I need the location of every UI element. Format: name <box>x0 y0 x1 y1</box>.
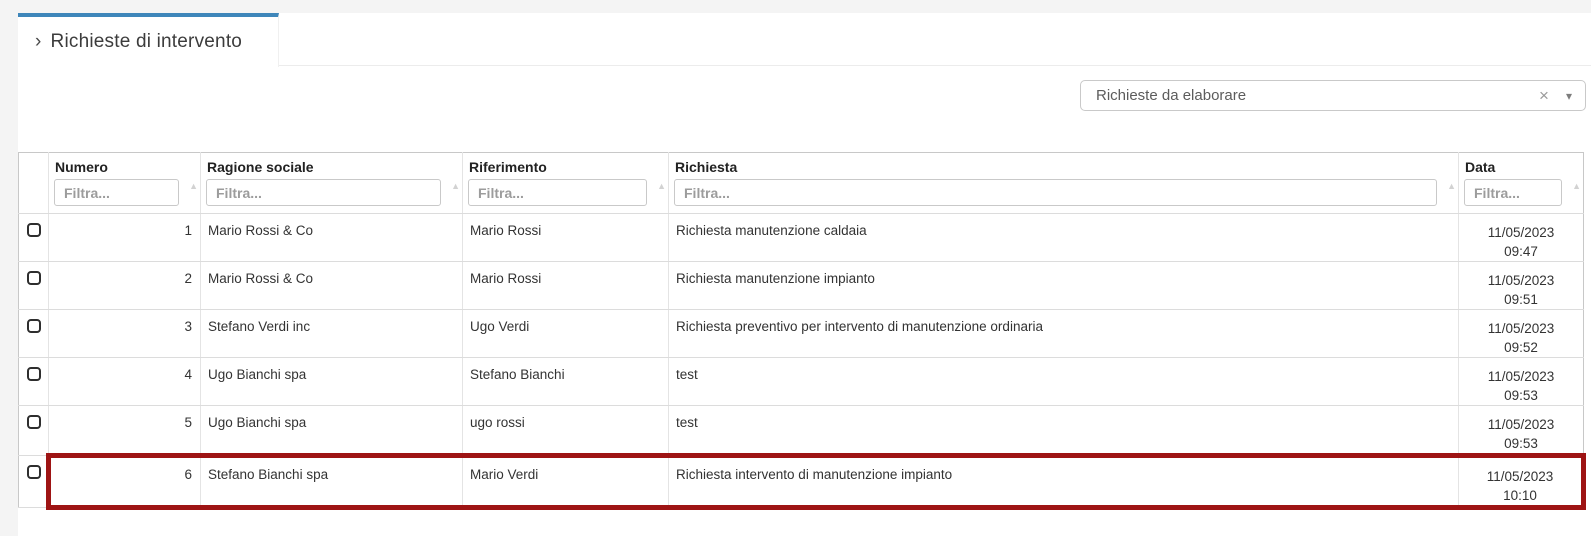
header-ragione-sociale: Ragione sociale ▲ <box>201 153 463 214</box>
sort-arrow-icon[interactable]: ▲ <box>189 182 198 191</box>
cell-numero: 2 <box>49 262 201 310</box>
cell-checkbox <box>19 456 49 508</box>
column-label-numero: Numero <box>49 153 200 175</box>
sort-arrow-icon[interactable]: ▲ <box>1572 182 1581 191</box>
header-riferimento: Riferimento ▲ <box>463 153 669 214</box>
column-label-data: Data <box>1459 153 1583 175</box>
filter-input-data[interactable] <box>1464 179 1562 206</box>
cell-checkbox <box>19 358 49 406</box>
sort-arrow-icon[interactable]: ▲ <box>451 182 460 191</box>
cell-richiesta: Richiesta intervento di manutenzione imp… <box>669 456 1459 508</box>
cell-data-date: 11/05/2023 <box>1459 319 1583 338</box>
cell-checkbox <box>19 406 49 456</box>
cell-data-time: 09:53 <box>1459 434 1583 453</box>
column-label-richiesta: Richiesta <box>669 153 1458 175</box>
cell-data-date: 11/05/2023 <box>1459 367 1583 386</box>
app-panel: › Richieste di intervento Richieste da e… <box>18 13 1591 536</box>
cell-data: 11/05/2023 09:53 <box>1459 406 1584 456</box>
cell-ragione-sociale: Stefano Verdi inc <box>201 310 463 358</box>
table-row[interactable]: 1 Mario Rossi & Co Mario Rossi Richiesta… <box>19 214 1584 262</box>
row-checkbox[interactable] <box>27 271 41 285</box>
cell-richiesta: test <box>669 358 1459 406</box>
row-checkbox[interactable] <box>27 319 41 333</box>
cell-numero: 5 <box>49 406 201 456</box>
table-row[interactable]: 2 Mario Rossi & Co Mario Rossi Richiesta… <box>19 262 1584 310</box>
cell-data: 11/05/2023 10:10 <box>1459 456 1584 508</box>
requests-table: Numero ▲ Ragione sociale ▲ Riferimento ▲… <box>18 152 1586 510</box>
cell-data-date: 11/05/2023 <box>1459 223 1583 242</box>
row-checkbox[interactable] <box>27 223 41 237</box>
cell-data: 11/05/2023 09:53 <box>1459 358 1584 406</box>
table-row[interactable]: 6 Stefano Bianchi spa Mario Verdi Richie… <box>19 456 1584 508</box>
cell-numero: 3 <box>49 310 201 358</box>
column-label-ragione-sociale: Ragione sociale <box>201 153 462 175</box>
column-label-riferimento: Riferimento <box>463 153 668 175</box>
filter-input-richiesta[interactable] <box>674 179 1437 206</box>
cell-richiesta: Richiesta preventivo per intervento di m… <box>669 310 1459 358</box>
chevron-right-icon: › <box>35 31 42 53</box>
filter-input-numero[interactable] <box>54 179 179 206</box>
cell-ragione-sociale: Mario Rossi & Co <box>201 262 463 310</box>
row-checkbox[interactable] <box>27 367 41 381</box>
cell-riferimento: Ugo Verdi <box>463 310 669 358</box>
chevron-down-icon[interactable]: ▾ <box>1558 89 1585 103</box>
cell-riferimento: Mario Rossi <box>463 262 669 310</box>
table-row[interactable]: 3 Stefano Verdi inc Ugo Verdi Richiesta … <box>19 310 1584 358</box>
cell-checkbox <box>19 214 49 262</box>
cell-data: 11/05/2023 09:51 <box>1459 262 1584 310</box>
cell-data-time: 09:52 <box>1459 338 1583 357</box>
cell-data: 11/05/2023 09:47 <box>1459 214 1584 262</box>
cell-numero: 1 <box>49 214 201 262</box>
cell-richiesta: Richiesta manutenzione impianto <box>669 262 1459 310</box>
filter-input-ragione-sociale[interactable] <box>206 179 441 206</box>
header-checkbox-column <box>19 153 49 214</box>
cell-numero: 4 <box>49 358 201 406</box>
cell-data-time: 10:10 <box>1459 486 1581 505</box>
cell-data-time: 09:47 <box>1459 242 1583 261</box>
header-richiesta: Richiesta ▲ <box>669 153 1459 214</box>
cell-numero: 6 <box>49 456 201 508</box>
cell-richiesta: Richiesta manutenzione caldaia <box>669 214 1459 262</box>
tab-richieste-di-intervento[interactable]: › Richieste di intervento <box>18 13 279 67</box>
header-data: Data ▲ <box>1459 153 1584 214</box>
table-row[interactable]: 5 Ugo Bianchi spa ugo rossi test 11/05/2… <box>19 406 1584 456</box>
cell-riferimento: Stefano Bianchi <box>463 358 669 406</box>
table-header: Numero ▲ Ragione sociale ▲ Riferimento ▲… <box>19 153 1584 214</box>
cell-riferimento: ugo rossi <box>463 406 669 456</box>
row-checkbox[interactable] <box>27 465 41 479</box>
cell-checkbox <box>19 310 49 358</box>
toolbar: Richieste da elaborare × ▾ <box>18 66 1591 152</box>
cell-ragione-sociale: Mario Rossi & Co <box>201 214 463 262</box>
status-filter-dropdown[interactable]: Richieste da elaborare × ▾ <box>1080 80 1586 111</box>
tab-label: Richieste di intervento <box>51 31 243 53</box>
cell-riferimento: Mario Rossi <box>463 214 669 262</box>
cell-data-time: 09:53 <box>1459 386 1583 405</box>
cell-richiesta: test <box>669 406 1459 456</box>
cell-ragione-sociale: Ugo Bianchi spa <box>201 358 463 406</box>
dropdown-selected-value: Richieste da elaborare <box>1081 87 1530 104</box>
cell-checkbox <box>19 262 49 310</box>
sort-arrow-icon[interactable]: ▲ <box>657 182 666 191</box>
cell-data-time: 09:51 <box>1459 290 1583 309</box>
cell-data-date: 11/05/2023 <box>1459 271 1583 290</box>
row-checkbox[interactable] <box>27 415 41 429</box>
cell-ragione-sociale: Ugo Bianchi spa <box>201 406 463 456</box>
cell-data: 11/05/2023 09:52 <box>1459 310 1584 358</box>
clear-icon[interactable]: × <box>1530 86 1558 106</box>
table-body: 1 Mario Rossi & Co Mario Rossi Richiesta… <box>19 214 1584 508</box>
tabs-header: › Richieste di intervento <box>18 13 1591 66</box>
cell-data-date: 11/05/2023 <box>1459 467 1581 486</box>
sort-arrow-icon[interactable]: ▲ <box>1447 182 1456 191</box>
header-numero: Numero ▲ <box>49 153 201 214</box>
filter-input-riferimento[interactable] <box>468 179 647 206</box>
cell-ragione-sociale: Stefano Bianchi spa <box>201 456 463 508</box>
cell-data-date: 11/05/2023 <box>1459 415 1583 434</box>
cell-riferimento: Mario Verdi <box>463 456 669 508</box>
table-row[interactable]: 4 Ugo Bianchi spa Stefano Bianchi test 1… <box>19 358 1584 406</box>
